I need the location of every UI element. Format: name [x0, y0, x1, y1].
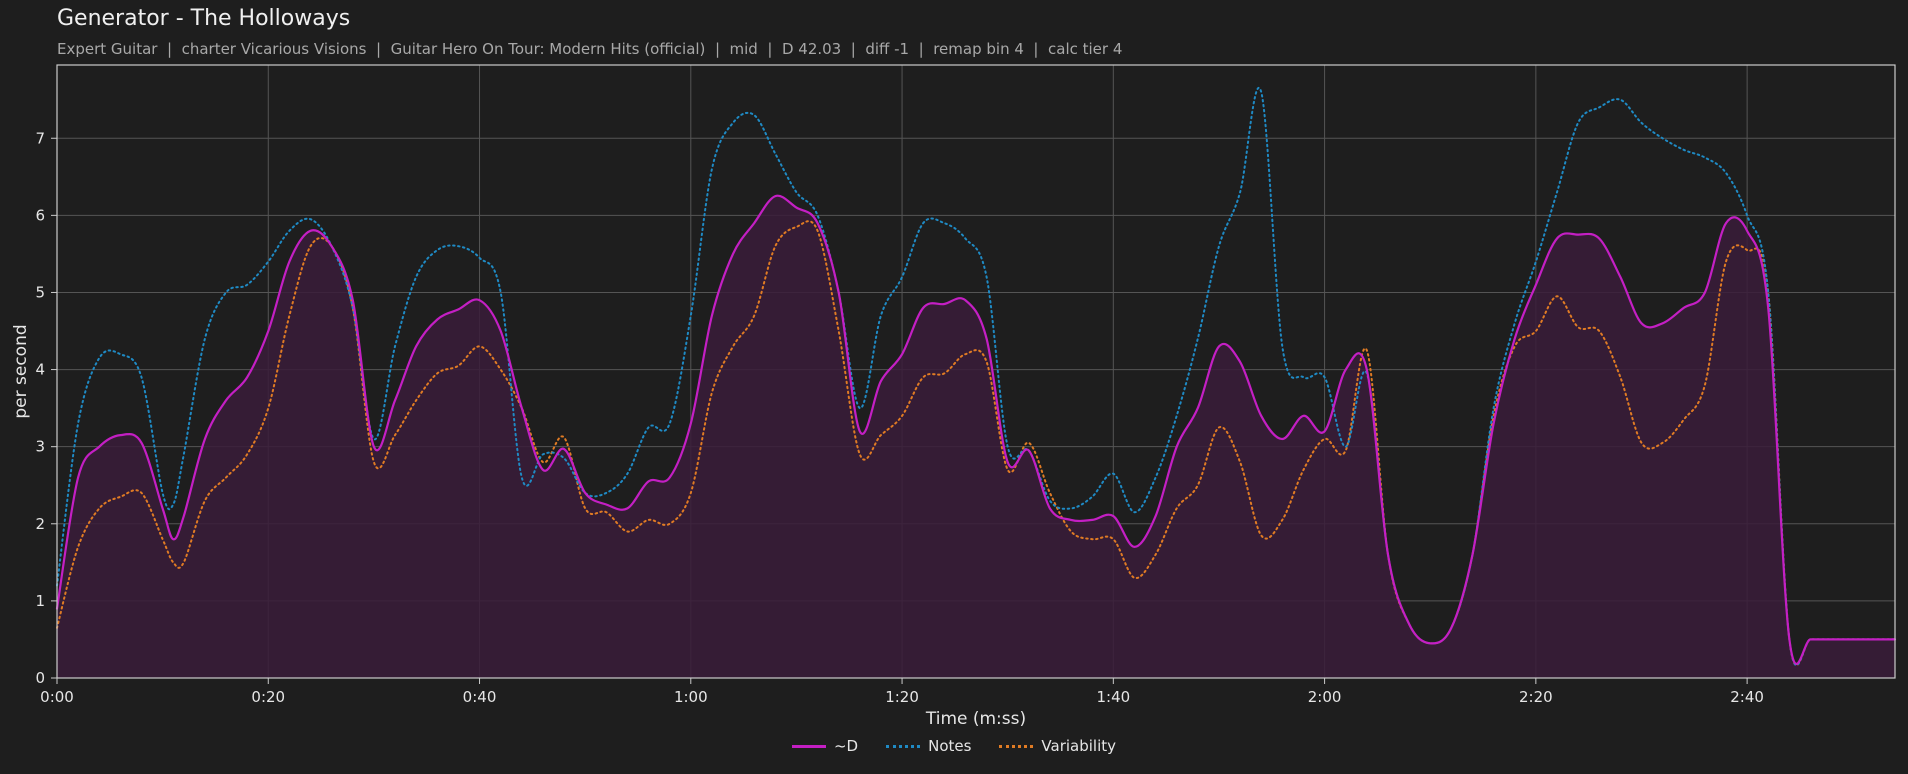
- x-tick-label: 2:00: [1308, 688, 1342, 706]
- y-tick-label: 7: [35, 129, 45, 147]
- x-tick-label: 1:00: [674, 688, 708, 706]
- legend: ~D Notes Variability: [0, 737, 1908, 755]
- legend-swatch-notes: [886, 744, 921, 748]
- y-tick-label: 2: [35, 515, 45, 533]
- x-tick-label: 0:00: [40, 688, 74, 706]
- line-chart: 0:00 0:20 0:40 1:00 1:20 1:40 2:00 2:20 2:40 0 1 2 3…: [11, 64, 1897, 729]
- y-tick-label: 3: [35, 438, 45, 456]
- legend-label-d: ~D: [833, 737, 859, 755]
- y-tick-label: 6: [35, 206, 45, 224]
- x-tick-label: 0:20: [251, 688, 285, 706]
- legend-item-d: ~D: [791, 737, 859, 755]
- x-tick-label: 0:40: [463, 688, 497, 706]
- x-tick-label: 1:20: [885, 688, 919, 706]
- legend-swatch-d: [791, 744, 826, 748]
- y-tick-label: 1: [35, 592, 45, 610]
- fill-layer: [57, 195, 1895, 678]
- legend-item-variability: Variability: [999, 737, 1116, 755]
- x-tick-label: 2:40: [1730, 688, 1764, 706]
- x-tick-label: 2:20: [1519, 688, 1553, 706]
- series-d-area: [57, 195, 1895, 678]
- x-axis-label: Time (m:ss): [925, 709, 1026, 729]
- x-tick-label: 1:40: [1096, 688, 1130, 706]
- y-tick-label: 5: [35, 283, 45, 301]
- legend-label-notes: Notes: [928, 737, 972, 755]
- y-axis-label: per second: [11, 324, 31, 418]
- legend-label-variability: Variability: [1041, 737, 1117, 755]
- y-tick-label: 0: [35, 669, 45, 687]
- legend-item-notes: Notes: [886, 737, 971, 755]
- y-tick-label: 4: [35, 361, 45, 379]
- legend-swatch-variability: [999, 744, 1034, 748]
